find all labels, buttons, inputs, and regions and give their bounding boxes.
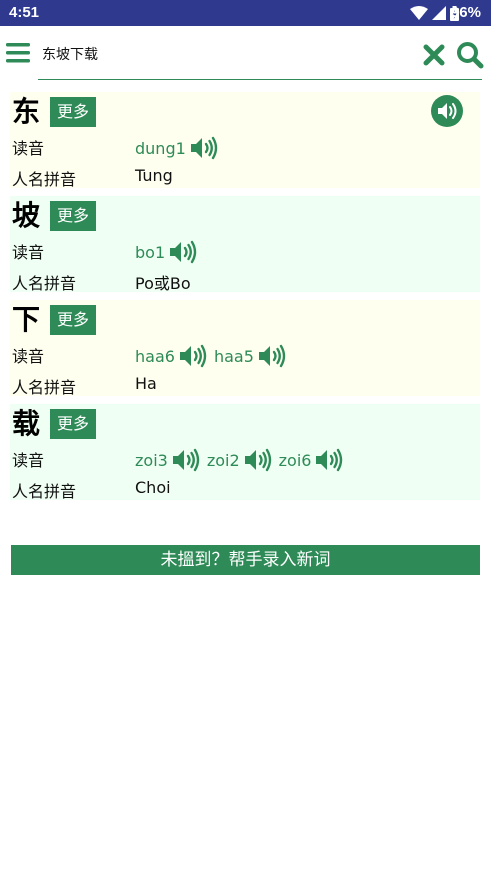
reading-text: haa6: [135, 346, 175, 366]
search-icon[interactable]: [456, 41, 484, 69]
reading-text: zoi2: [206, 450, 240, 470]
speaker-icon[interactable]: [168, 240, 198, 264]
entry-character: 东: [12, 95, 41, 128]
speaker-icon[interactable]: [257, 344, 287, 368]
entry-character: 载: [12, 407, 41, 440]
entry-card: 载 更多 读音 zoi3 zoi2 zoi6 人名拼音 Choi: [10, 404, 480, 501]
reading-label: 读音: [12, 347, 45, 366]
speaker-icon[interactable]: [189, 136, 219, 160]
speaker-icon[interactable]: [314, 448, 344, 472]
name-pinyin-label: 人名拼音: [12, 170, 77, 189]
entry-character: 坡: [12, 199, 41, 232]
reading-list: bo1: [135, 240, 204, 264]
reading-label: 读音: [12, 243, 45, 262]
name-pinyin-label: 人名拼音: [12, 378, 77, 397]
search-input[interactable]: 东坡下载: [38, 34, 482, 80]
more-button[interactable]: 更多: [50, 305, 96, 335]
reading-text: dung1: [135, 138, 186, 158]
signal-icon: [432, 6, 446, 20]
status-bar: 4:51 96%: [0, 0, 491, 26]
reading-list: haa6 haa5: [135, 344, 293, 368]
speaker-icon[interactable]: [178, 344, 208, 368]
battery-percent: 96%: [450, 4, 481, 21]
reading-text: zoi6: [278, 450, 312, 470]
menu-icon[interactable]: [6, 42, 30, 64]
contribute-button[interactable]: 未搵到？帮手录入新词: [11, 545, 480, 575]
entry-character: 下: [12, 303, 41, 336]
reading-label: 读音: [12, 451, 45, 470]
search-query: 东坡下载: [42, 47, 98, 63]
entry-card: 坡 更多 读音 bo1 人名拼音 Po或Bo: [10, 196, 480, 293]
reading-text: haa5: [213, 346, 254, 366]
reading-text: bo1: [135, 242, 166, 262]
speaker-icon[interactable]: [431, 95, 463, 127]
speaker-icon[interactable]: [243, 448, 273, 472]
name-pinyin-value: Tung: [135, 166, 173, 185]
name-pinyin-value: Choi: [135, 478, 171, 497]
name-pinyin-value: Po或Bo: [135, 274, 191, 293]
name-pinyin-value: Ha: [135, 374, 157, 393]
entry-card: 东 更多 读音 dung1 人名拼音 Tung: [10, 92, 480, 189]
toolbar: 东坡下载: [0, 26, 491, 82]
entry-card: 下 更多 读音 haa6 haa5 人名拼音 Ha: [10, 300, 480, 397]
more-button[interactable]: 更多: [50, 201, 96, 231]
status-time: 4:51: [9, 4, 40, 21]
reading-label: 读音: [12, 139, 45, 158]
more-button[interactable]: 更多: [50, 409, 96, 439]
more-button[interactable]: 更多: [50, 97, 96, 127]
name-pinyin-label: 人名拼音: [12, 274, 77, 293]
reading-list: dung1: [135, 136, 225, 160]
clear-icon[interactable]: [423, 44, 445, 66]
wifi-icon: [410, 6, 428, 20]
speaker-icon[interactable]: [171, 448, 201, 472]
reading-text: zoi3: [135, 450, 168, 470]
reading-list: zoi3 zoi2 zoi6: [135, 448, 350, 472]
name-pinyin-label: 人名拼音: [12, 482, 77, 501]
